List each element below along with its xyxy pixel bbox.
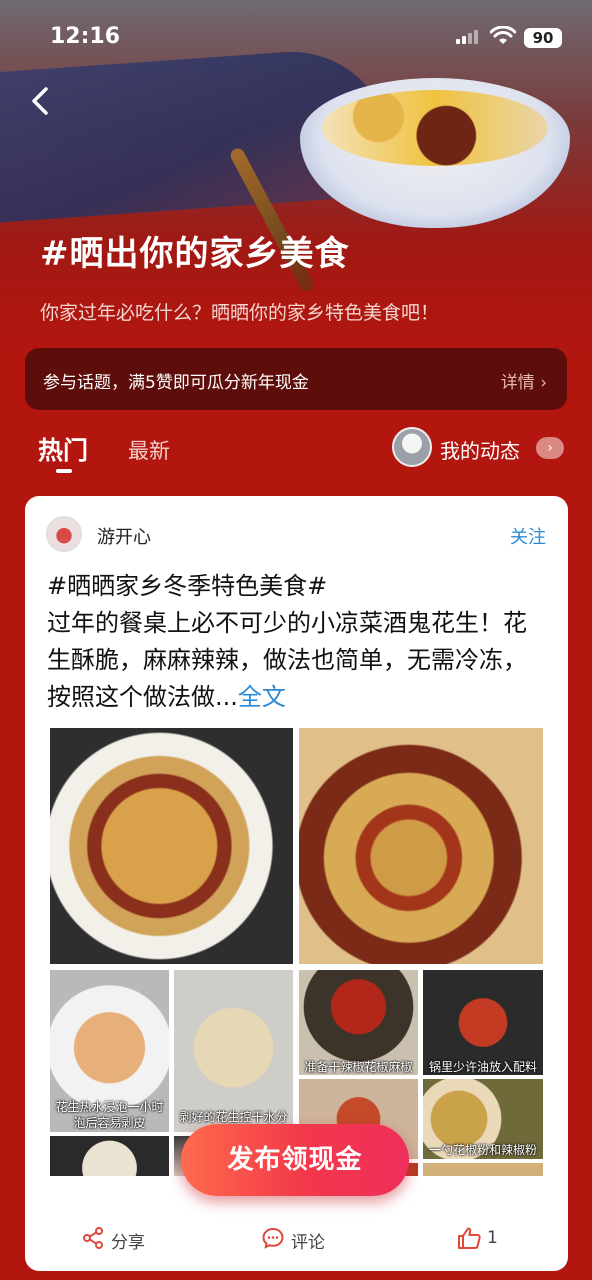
status-bar: 12:16 90 <box>0 18 592 58</box>
like-count: 1 <box>487 1228 498 1248</box>
share-label: 分享 <box>111 1233 145 1253</box>
publish-for-cash-button[interactable]: 发布领现金 <box>181 1124 409 1196</box>
thumbs-up-icon <box>458 1227 481 1249</box>
banner-details-link[interactable]: 详情 › <box>501 368 547 393</box>
author-name[interactable]: 游开心 <box>97 523 151 549</box>
photo-caption: 一勺花椒粉和辣椒粉 <box>428 1143 537 1157</box>
photo-caption: 泡后容易剥皮 <box>73 1116 146 1130</box>
post-photo[interactable] <box>50 728 293 964</box>
banner-text: 参与话题，满5赞即可瓜分新年现金 <box>43 373 309 393</box>
back-arrow-icon[interactable] <box>26 84 56 118</box>
post-photo[interactable] <box>423 1163 543 1176</box>
battery-icon: 90 <box>524 28 562 48</box>
my-dynamic-label: 我的动态 <box>440 439 520 463</box>
post-actions: 分享 评论 1 <box>25 1218 568 1258</box>
tab-latest[interactable]: 最新 <box>128 435 170 465</box>
post-hashtag[interactable]: #晒晒家乡冬季特色美食# <box>47 568 547 605</box>
post-photo[interactable]: 剥好的花生控干水分 <box>174 970 293 1132</box>
post-photo[interactable]: 一勺花椒粉和辣椒粉 <box>423 1079 543 1159</box>
author-avatar[interactable] <box>46 516 82 552</box>
hero-noodle-bowl <box>300 78 570 228</box>
comment-label: 评论 <box>291 1233 325 1253</box>
topic-reward-banner[interactable]: 参与话题，满5赞即可瓜分新年现金 详情 › <box>25 348 567 410</box>
post-photo[interactable]: 花生热水浸泡一小时 泡后容易剥皮 <box>50 970 169 1132</box>
avatar <box>392 427 432 467</box>
post-photo[interactable]: 准备干辣椒花椒麻椒 <box>299 970 418 1075</box>
chevron-right-icon: › <box>536 437 564 459</box>
post-body: 过年的餐桌上必不可少的小凉菜酒鬼花生！花生酥脆，麻麻辣辣，做法也简单，无需冷冻，… <box>47 609 527 711</box>
feed-tabs: 热门 最新 我的动态 › <box>0 425 592 485</box>
share-icon <box>83 1227 103 1249</box>
full-text-link[interactable]: 全文 <box>238 683 286 711</box>
topic-subtitle: 你家过年必吃什么？晒晒你的家乡特色美食吧！ <box>40 302 440 324</box>
post-photo[interactable]: 锅里少许油放入配料 <box>423 970 543 1075</box>
post-text[interactable]: #晒晒家乡冬季特色美食# 过年的餐桌上必不可少的小凉菜酒鬼花生！花生酥脆，麻麻辣… <box>47 568 547 716</box>
tab-active-indicator <box>56 469 72 473</box>
post-card: 游开心 关注 #晒晒家乡冬季特色美食# 过年的餐桌上必不可少的小凉菜酒鬼花生！花… <box>25 496 568 1271</box>
photo-caption: 锅里少许油放入配料 <box>428 1060 537 1074</box>
tab-hot[interactable]: 热门 <box>38 431 88 467</box>
post-photo[interactable] <box>50 1136 169 1176</box>
topic-title: #晒出你的家乡美食 <box>40 234 350 274</box>
status-time: 12:16 <box>50 24 121 49</box>
photo-caption: 花生热水浸泡一小时 <box>55 1100 164 1114</box>
photo-caption: 剥好的花生控干水分 <box>179 1110 288 1124</box>
follow-button[interactable]: 关注 <box>510 523 546 549</box>
comment-icon <box>262 1227 284 1249</box>
post-photo[interactable] <box>299 728 543 964</box>
wifi-icon <box>490 26 516 44</box>
photo-caption: 准备干辣椒花椒麻椒 <box>304 1060 413 1074</box>
